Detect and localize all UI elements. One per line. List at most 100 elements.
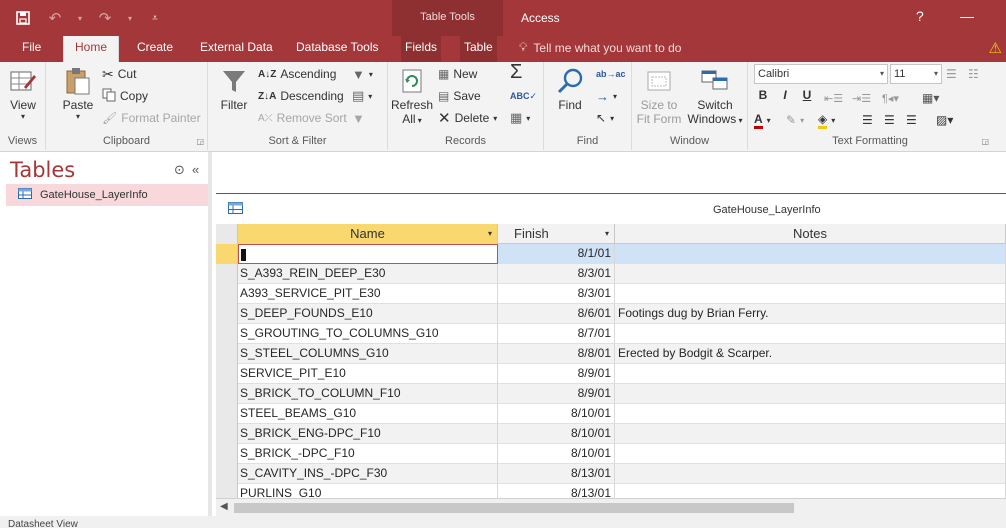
record-selector[interactable]: [216, 444, 238, 464]
cell-finish[interactable]: 8/8/01: [498, 344, 615, 364]
undo-dropdown-icon[interactable]: ▾: [76, 7, 84, 29]
bold-button[interactable]: B: [754, 88, 772, 102]
totals-button[interactable]: Σ: [510, 61, 522, 83]
italic-button[interactable]: I: [776, 88, 794, 102]
toggle-filter-button[interactable]: ▼: [352, 108, 365, 128]
cell-name[interactable]: S_BRICK_TO_COLUMN_F10: [238, 384, 498, 404]
column-header-name[interactable]: Name ▾: [238, 224, 498, 244]
cell-name[interactable]: S_BRICK_ENG-DPC_F10: [238, 424, 498, 444]
record-selector[interactable]: [216, 384, 238, 404]
customize-qat-icon[interactable]: ⩡: [144, 7, 166, 29]
record-selector[interactable]: [216, 464, 238, 484]
tab-home[interactable]: Home: [63, 36, 120, 63]
chevron-down-icon[interactable]: ▾: [605, 224, 609, 243]
select-all-corner[interactable]: [216, 224, 238, 244]
refresh-all-button[interactable]: Refresh All ▾: [390, 64, 434, 126]
tab-fields[interactable]: Fields: [401, 36, 442, 62]
save-icon[interactable]: [12, 7, 34, 29]
copy-button[interactable]: Copy: [102, 86, 148, 106]
cell-notes[interactable]: [615, 264, 1006, 284]
align-right-button[interactable]: ☰: [906, 110, 917, 130]
nav-menu-icon[interactable]: ⊙: [174, 162, 185, 178]
record-selector[interactable]: [216, 244, 238, 264]
cell-finish[interactable]: 8/13/01: [498, 464, 615, 484]
cell-name[interactable]: S_A393_REIN_DEEP_E30: [238, 264, 498, 284]
tab-table[interactable]: Table: [460, 36, 497, 62]
nav-pane-title[interactable]: Tables: [10, 158, 75, 182]
cell-name[interactable]: S_BRICK_-DPC_F10: [238, 444, 498, 464]
cell-finish[interactable]: 8/6/01: [498, 304, 615, 324]
cell-notes[interactable]: [615, 324, 1006, 344]
delete-record-button[interactable]: ✕ Delete ▾: [438, 108, 497, 128]
bullets-button[interactable]: ☰: [946, 64, 957, 84]
undo-icon[interactable]: ↶: [44, 7, 66, 29]
cell-notes[interactable]: [615, 424, 1006, 444]
scroll-thumb[interactable]: [234, 503, 794, 513]
increase-indent-button[interactable]: ⇥☰: [852, 88, 871, 108]
cell-notes[interactable]: [615, 404, 1006, 424]
cell-name[interactable]: A393_SERVICE_PIT_E30: [238, 284, 498, 304]
background-color-button[interactable]: ◈ ▾: [818, 110, 835, 130]
cell-name[interactable]: SERVICE_PIT_E10: [238, 364, 498, 384]
sort-descending-button[interactable]: Z↓A Descending: [258, 86, 344, 106]
cell-name[interactable]: S_DEEP_FOUNDS_E10: [238, 304, 498, 324]
nav-item-gatehouse-layerinfo[interactable]: GateHouse_LayerInfo: [6, 184, 208, 206]
more-records-button[interactable]: ▦ ▾: [510, 108, 530, 128]
chevron-down-icon[interactable]: ▾: [488, 224, 492, 243]
go-to-button[interactable]: → ▾: [596, 86, 617, 106]
replace-button[interactable]: ab→ac: [596, 64, 626, 84]
document-tab[interactable]: GateHouse_LayerInfo: [216, 196, 1006, 224]
column-header-notes[interactable]: Notes: [615, 224, 1006, 244]
font-size-select[interactable]: 11 ▾: [890, 64, 942, 84]
size-to-fit-form-button[interactable]: Size to Fit Form: [634, 64, 684, 126]
redo-icon[interactable]: ↷: [94, 7, 116, 29]
font-name-select[interactable]: Calibri ▾: [754, 64, 888, 84]
decrease-indent-button[interactable]: ⇤☰: [824, 88, 843, 108]
minimize-button[interactable]: —: [960, 8, 974, 24]
cell-name[interactable]: STEEL_BEAMS_G10: [238, 404, 498, 424]
clipboard-launcher-icon[interactable]: ◲: [196, 137, 204, 146]
column-header-finish[interactable]: Finish ▾: [498, 224, 615, 244]
select-button[interactable]: ↖ ▾: [596, 108, 614, 128]
selection-filter-button[interactable]: ▼ ▾: [352, 64, 373, 84]
tab-database-tools[interactable]: Database Tools: [292, 36, 383, 62]
warning-icon[interactable]: ⚠: [989, 39, 1002, 57]
record-selector[interactable]: [216, 284, 238, 304]
tell-me-box[interactable]: 💡︎ Tell me what you want to do: [519, 40, 681, 55]
record-selector[interactable]: [216, 304, 238, 324]
cell-notes[interactable]: Footings dug by Brian Ferry.: [615, 304, 1006, 324]
cell-notes[interactable]: [615, 444, 1006, 464]
scroll-left-icon[interactable]: ◀: [220, 501, 228, 512]
filter-button[interactable]: Filter: [214, 64, 254, 112]
record-selector[interactable]: [216, 324, 238, 344]
collapse-pane-icon[interactable]: «: [192, 162, 199, 177]
record-selector[interactable]: [216, 264, 238, 284]
cell-notes[interactable]: Erected by Bodgit & Scarper.: [615, 344, 1006, 364]
new-record-button[interactable]: ▦ New: [438, 64, 477, 84]
record-selector[interactable]: [216, 344, 238, 364]
record-selector[interactable]: [216, 404, 238, 424]
cell-notes[interactable]: [615, 244, 1006, 264]
cell-notes[interactable]: [615, 364, 1006, 384]
cell-finish[interactable]: 8/10/01: [498, 404, 615, 424]
cell-notes[interactable]: [615, 464, 1006, 484]
cut-button[interactable]: ✂ Cut: [102, 64, 136, 84]
cell-name[interactable]: [238, 244, 498, 264]
align-center-button[interactable]: ☰: [884, 110, 895, 130]
tab-external-data[interactable]: External Data: [196, 36, 277, 62]
cell-finish[interactable]: 8/9/01: [498, 364, 615, 384]
find-button[interactable]: Find: [550, 64, 590, 112]
horizontal-scrollbar[interactable]: ◀: [216, 498, 1006, 516]
cell-finish[interactable]: 8/3/01: [498, 264, 615, 284]
cell-finish[interactable]: 8/1/01: [498, 244, 615, 264]
record-selector[interactable]: [216, 364, 238, 384]
save-record-button[interactable]: ▤ Save: [438, 86, 481, 106]
cell-finish[interactable]: 8/10/01: [498, 444, 615, 464]
cell-finish[interactable]: 8/3/01: [498, 284, 615, 304]
cell-finish[interactable]: 8/7/01: [498, 324, 615, 344]
cell-finish[interactable]: 8/10/01: [498, 424, 615, 444]
sort-ascending-button[interactable]: A↓Z Ascending: [258, 64, 336, 84]
cell-finish[interactable]: 8/9/01: [498, 384, 615, 404]
text-direction-button[interactable]: ¶◂▾: [882, 88, 899, 108]
record-selector[interactable]: [216, 424, 238, 444]
